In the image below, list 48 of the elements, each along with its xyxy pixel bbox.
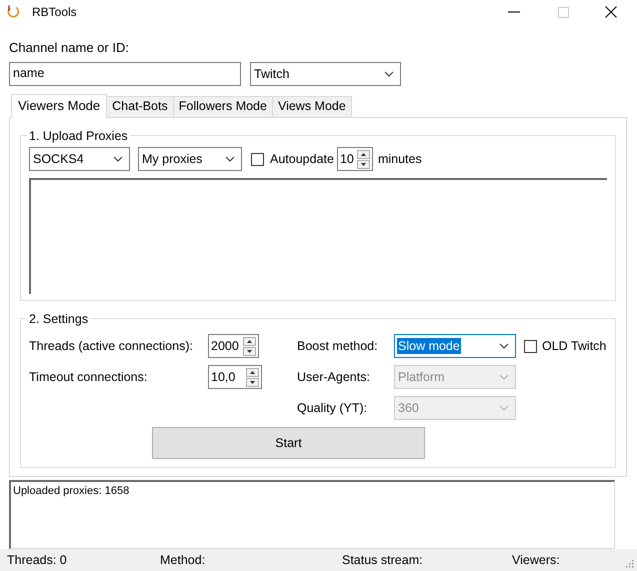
quality-label: Quality (YT): [297, 400, 368, 417]
threads-label: Threads (active connections): [29, 338, 194, 355]
spin-down-icon[interactable] [356, 160, 370, 169]
tab[interactable]: Viewers Mode [11, 94, 108, 118]
interval-spinner[interactable]: 10 [336, 147, 373, 172]
service-select[interactable]: Twitch [250, 62, 401, 86]
user-agents-label: User-Agents: [297, 368, 371, 386]
spin-up-icon[interactable] [356, 150, 370, 159]
tab[interactable]: Views Mode [272, 96, 352, 116]
timeout-spinner[interactable]: 10,0 [208, 365, 262, 390]
channel-input[interactable]: name [9, 62, 241, 86]
boost-method-select[interactable]: Slow mode [394, 334, 516, 358]
checkbox[interactable] [251, 152, 264, 166]
chevron-down-icon [499, 343, 509, 350]
threads-spinner[interactable]: 2000 [208, 334, 259, 358]
channel-label: Channel name or ID: [9, 39, 130, 57]
status-text: Viewers: [512, 553, 560, 567]
chevron-down-icon [499, 374, 509, 380]
proxy-source-select[interactable]: My proxies [138, 147, 242, 172]
old-twitch-label: OLD Twitch [542, 338, 606, 355]
log-line: Uploaded proxies: 1658 [13, 484, 130, 498]
proxy-type-select[interactable]: SOCKS4 [29, 147, 130, 172]
spin-up-icon[interactable] [246, 368, 259, 377]
checkbox[interactable] [524, 340, 537, 353]
window-title: RBTools [32, 4, 77, 21]
status-text: Threads: 0 [7, 553, 67, 567]
resize-grip-icon[interactable] [624, 558, 634, 568]
tab[interactable]: Chat-Bots [106, 96, 174, 116]
chevron-down-icon [113, 156, 123, 162]
timeout-label: Timeout connections: [29, 368, 148, 386]
chevron-down-icon [225, 156, 235, 162]
spin-down-icon[interactable] [243, 346, 256, 356]
status-text: Method: [160, 553, 206, 567]
minimize-icon[interactable] [508, 11, 520, 13]
status-text: Status stream: [342, 553, 423, 567]
group-title: 1. Upload Proxies [28, 128, 129, 145]
minutes-label: minutes [378, 150, 422, 168]
chevron-down-icon [499, 405, 509, 412]
autoupdate-label: Autoupdate [270, 150, 334, 168]
close-icon[interactable] [605, 6, 617, 18]
spin-up-icon[interactable] [243, 336, 256, 346]
start-button[interactable]: Start [152, 427, 425, 460]
app-logo-icon [6, 5, 20, 19]
group-title: 2. Settings [28, 310, 90, 328]
spin-down-icon[interactable] [246, 378, 259, 387]
tab[interactable]: Followers Mode [172, 96, 273, 116]
boost-method-label: Boost method: [297, 338, 379, 355]
chevron-down-icon [384, 70, 394, 76]
